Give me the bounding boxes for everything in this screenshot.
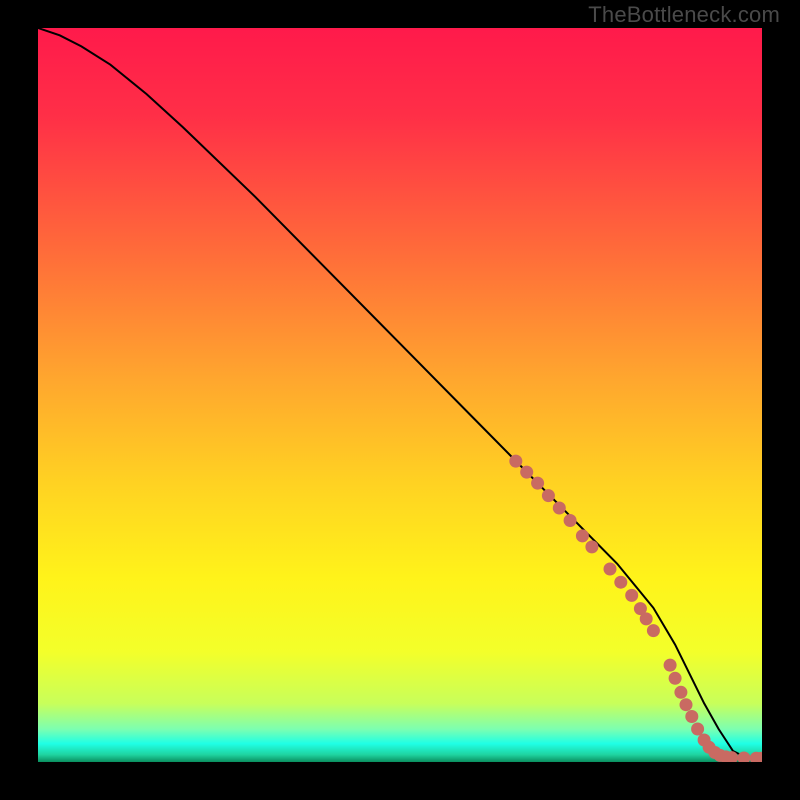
highlight-dot: [647, 624, 660, 637]
gradient-background: [38, 28, 762, 762]
chart-frame: TheBottleneck.com: [0, 0, 800, 800]
highlight-dot: [531, 477, 544, 490]
highlight-dot: [680, 698, 693, 711]
highlight-dot: [685, 710, 698, 723]
highlight-dot: [553, 502, 566, 515]
highlight-dot: [664, 659, 677, 672]
chart-svg: [38, 28, 762, 762]
highlight-dot: [691, 723, 704, 736]
watermark-text: TheBottleneck.com: [588, 2, 780, 28]
highlight-dot: [520, 466, 533, 479]
highlight-dot: [542, 489, 555, 502]
highlight-dot: [509, 455, 522, 468]
highlight-dot: [674, 686, 687, 699]
highlight-dot: [614, 576, 627, 589]
highlight-dot: [625, 589, 638, 602]
highlight-dot: [564, 514, 577, 527]
highlight-dot: [604, 563, 617, 576]
highlight-dot: [640, 612, 653, 625]
highlight-dot: [576, 529, 589, 542]
plot-area: [38, 28, 762, 762]
highlight-dot: [585, 540, 598, 553]
highlight-dot: [669, 672, 682, 685]
